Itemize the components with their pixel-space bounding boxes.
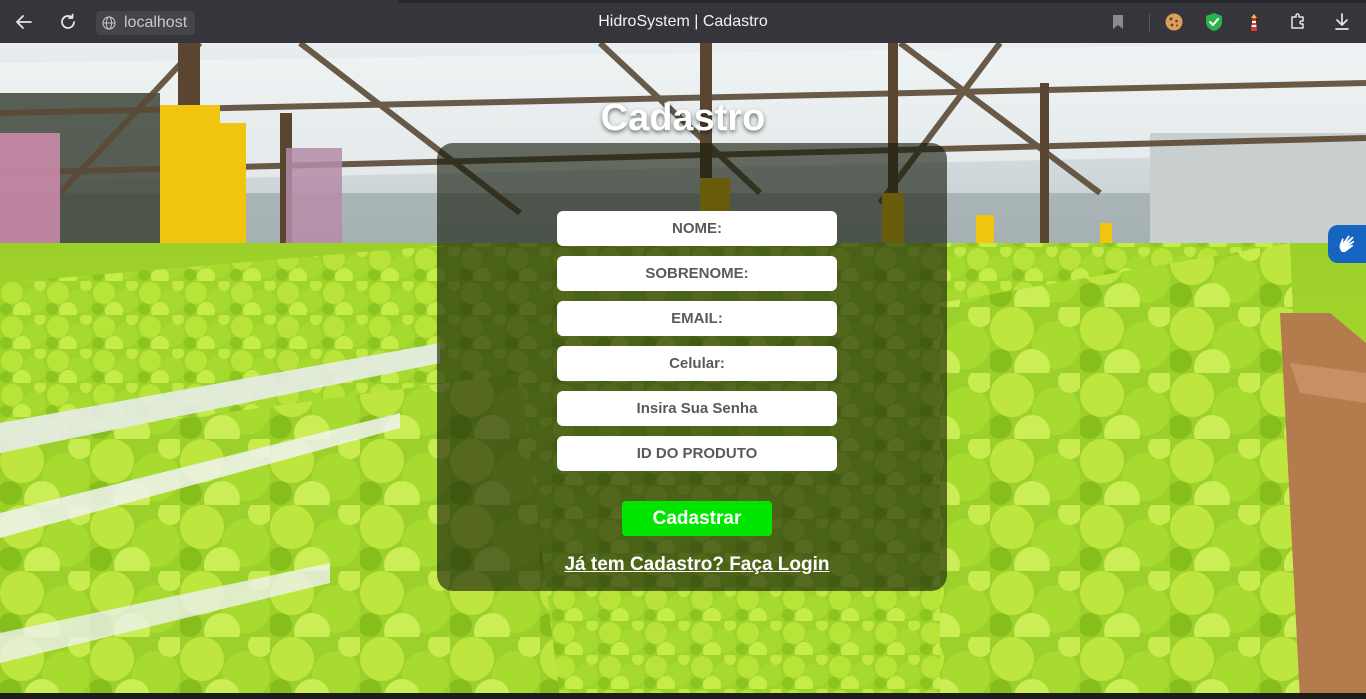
back-arrow-icon [16, 15, 32, 29]
bookmark-button[interactable] [1107, 11, 1129, 33]
shield-check-icon [1206, 13, 1222, 31]
download-icon [1335, 13, 1349, 30]
lighthouse-icon [1251, 14, 1257, 31]
shield-extension-button[interactable] [1203, 11, 1225, 33]
active-tab-indicator [0, 0, 398, 3]
globe-icon[interactable] [102, 16, 116, 30]
cookie-extension-button[interactable] [1163, 11, 1185, 33]
reload-button[interactable] [55, 9, 81, 35]
browser-toolbar: localhost HidroSystem | Cadastro [0, 0, 1366, 43]
window-title: HidroSystem | Cadastro [598, 12, 768, 30]
product-id-input[interactable] [557, 436, 837, 471]
sign-language-icon [1339, 235, 1355, 252]
celular-input[interactable] [557, 346, 837, 381]
url-text: localhost [124, 14, 188, 31]
cadastrar-button[interactable]: Cadastrar [622, 501, 772, 536]
toolbar-divider [1149, 14, 1150, 32]
reload-icon [61, 13, 75, 29]
email-input[interactable] [557, 301, 837, 336]
page-title: Cadastro [600, 97, 766, 139]
downloads-button[interactable] [1331, 11, 1353, 33]
bookmark-icon [1113, 15, 1123, 29]
signup-form: Cadastrar Já tem Cadastro? Faça Login [437, 143, 947, 591]
cookie-icon [1165, 13, 1183, 31]
sobrenome-input[interactable] [557, 256, 837, 291]
address-bar[interactable]: localhost [96, 11, 195, 35]
login-link[interactable]: Já tem Cadastro? Faça Login [437, 554, 957, 576]
back-button[interactable] [11, 9, 37, 35]
extensions-icon [1291, 13, 1304, 29]
password-input[interactable] [557, 391, 837, 426]
extensions-button[interactable] [1287, 11, 1309, 33]
accessibility-widget-button[interactable] [1328, 225, 1366, 263]
page-viewport: Cadastro Cadastrar Já tem Cadastro? Faça… [0, 43, 1366, 699]
nome-input[interactable] [557, 211, 837, 246]
lighthouse-extension-button[interactable] [1243, 11, 1265, 33]
